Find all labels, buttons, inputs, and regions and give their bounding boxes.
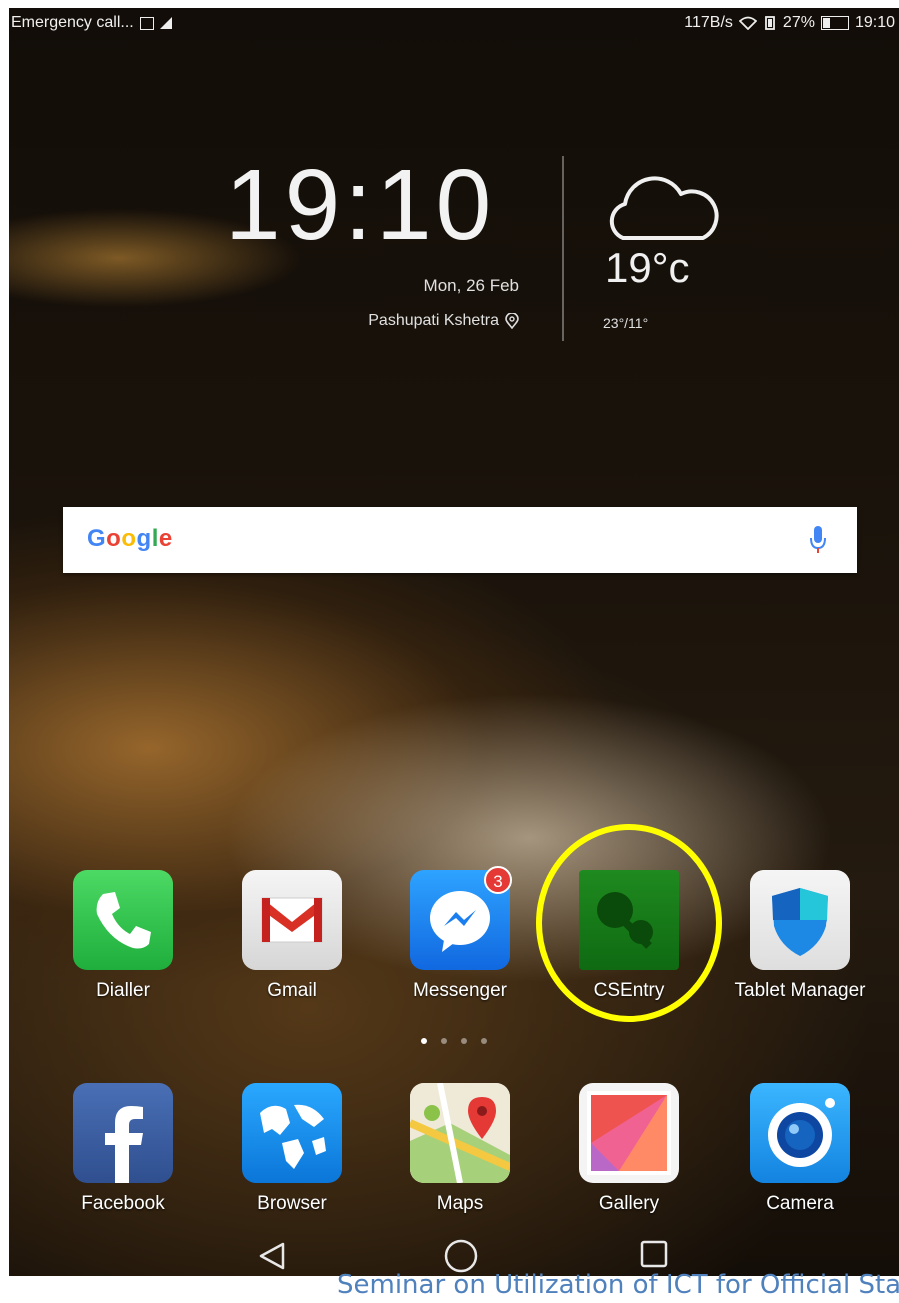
google-logo-letter: l [151, 525, 159, 552]
app-gallery[interactable]: Gallery [559, 1083, 699, 1215]
vibrate-icon [765, 16, 775, 30]
battery-percent: 27% [782, 14, 815, 31]
phone-icon [73, 870, 173, 970]
temperature: 19°c [605, 244, 690, 291]
app-maps[interactable]: Maps [390, 1083, 530, 1215]
home-screen: Emergency call... 117B/s 27% 19:10 19:10… [9, 8, 899, 1276]
notification-badge: 3 [484, 866, 512, 894]
google-logo-letter: G [87, 525, 107, 552]
google-logo-letter: o [121, 525, 137, 552]
app-label: Gmail [267, 980, 317, 1001]
network-speed: 117B/s [684, 14, 733, 31]
app-label: Messenger [413, 980, 507, 1001]
app-label: Dialler [96, 980, 150, 1001]
location-row: Pashupati Kshetra [368, 312, 519, 330]
google-logo: Google [87, 525, 173, 553]
carrier-status: Emergency call... [11, 14, 134, 31]
app-label: Facebook [81, 1193, 165, 1214]
temperature-range: 23°/11° [603, 315, 649, 331]
wifi-icon [738, 16, 757, 30]
app-browser[interactable]: Browser [222, 1083, 362, 1215]
globe-icon [242, 1083, 342, 1183]
clock-widget[interactable]: 19:10 [225, 148, 495, 263]
battery-icon [820, 16, 849, 30]
cloud-icon[interactable] [601, 168, 721, 248]
shield-icon [750, 870, 850, 970]
location-pin-icon [505, 313, 519, 329]
highlight-circle [536, 824, 722, 1022]
slide-caption: Seminar on Utilization of ICT for Offici… [337, 1270, 899, 1300]
app-messenger[interactable]: 3 Messenger [390, 866, 530, 1002]
status-bar: Emergency call... 117B/s 27% 19:10 [9, 8, 899, 38]
page-indicator[interactable] [421, 1038, 487, 1044]
app-label: Gallery [598, 1193, 660, 1214]
gmail-icon [242, 870, 342, 970]
page-dot[interactable] [441, 1038, 447, 1044]
maps-icon [410, 1083, 510, 1183]
app-dialler[interactable]: Dialler [53, 870, 193, 1002]
page-dot[interactable] [481, 1038, 487, 1044]
page-dot[interactable] [421, 1038, 427, 1044]
recent-square-icon[interactable] [639, 1239, 669, 1269]
facebook-icon [73, 1083, 173, 1183]
google-search-bar[interactable]: Google [63, 507, 857, 573]
camera-icon [750, 1083, 850, 1183]
app-facebook[interactable]: Facebook [53, 1083, 193, 1215]
app-camera[interactable]: Camera [725, 1083, 875, 1215]
microphone-icon[interactable] [809, 525, 827, 555]
google-logo-letter: o [106, 525, 122, 552]
widget-divider [562, 156, 564, 341]
google-logo-letter: e [158, 525, 173, 552]
date-text: Mon, 26 Feb [423, 276, 519, 295]
status-time: 19:10 [854, 14, 895, 31]
app-tablet-manager[interactable]: Tablet Manager [725, 870, 875, 1002]
back-triangle-icon[interactable] [257, 1241, 287, 1271]
app-label: Camera [766, 1193, 834, 1214]
gallery-icon [579, 1083, 679, 1183]
app-label: Maps [436, 1193, 484, 1214]
clock-time: 19:10 [225, 149, 496, 261]
app-label: Tablet Manager [734, 980, 866, 1001]
app-gmail[interactable]: Gmail [222, 870, 362, 1002]
page-dot[interactable] [461, 1038, 467, 1044]
location-text: Pashupati Kshetra [368, 312, 499, 329]
google-logo-letter: g [136, 525, 152, 552]
app-label: Browser [257, 1193, 327, 1214]
sim-card-icon [139, 16, 154, 30]
signal-icon [159, 17, 172, 29]
